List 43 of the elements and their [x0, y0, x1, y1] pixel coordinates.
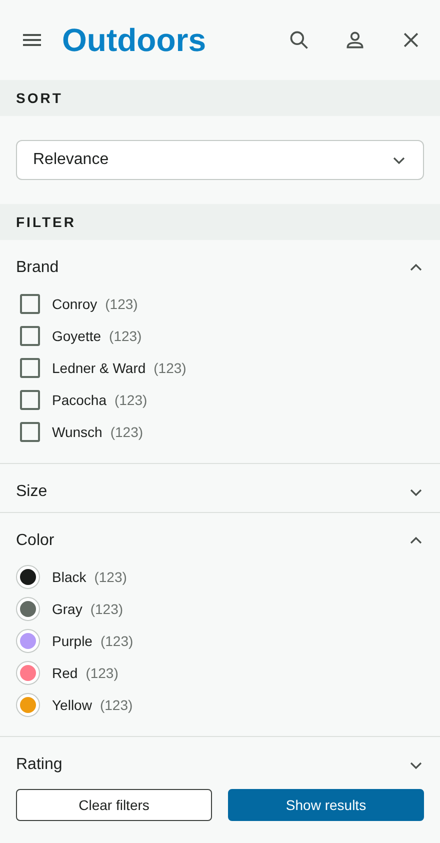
- section-heading: SORT: [16, 90, 63, 106]
- sort-select[interactable]: Relevance: [16, 140, 424, 180]
- option-count: (123): [100, 633, 134, 649]
- option-count: (123): [94, 569, 127, 585]
- clear-filters-button[interactable]: Clear filters: [16, 789, 212, 821]
- option-count: (123): [90, 601, 124, 617]
- color-swatch[interactable]: [16, 597, 40, 621]
- option-label: Gray: [52, 601, 82, 617]
- option-count: (123): [114, 392, 148, 408]
- option-label: Ledner & Ward: [52, 360, 146, 376]
- checkbox[interactable]: [20, 326, 40, 346]
- checkbox[interactable]: [20, 390, 40, 410]
- filter-group-header[interactable]: Color: [16, 527, 424, 555]
- option-count: (123): [105, 296, 138, 312]
- option-label: Pacocha: [52, 392, 106, 408]
- show-results-button[interactable]: Show results: [228, 789, 424, 821]
- color-swatch[interactable]: [16, 693, 40, 717]
- option-label: Purple: [52, 633, 92, 649]
- section-heading: FILTER: [16, 214, 76, 230]
- option-count: (123): [86, 665, 118, 681]
- filter-group-header[interactable]: Brand: [16, 254, 424, 282]
- filter-group-header[interactable]: Size: [16, 478, 424, 506]
- search-icon: [288, 29, 310, 51]
- person-icon: [344, 29, 366, 51]
- checkbox[interactable]: [20, 422, 40, 442]
- option-count: (123): [109, 328, 142, 344]
- option-label: Yellow: [52, 697, 92, 713]
- checkbox[interactable]: [20, 294, 40, 314]
- checkbox[interactable]: [20, 358, 40, 378]
- option-count: (123): [100, 697, 133, 713]
- color-swatch[interactable]: [16, 565, 40, 589]
- color-swatch[interactable]: [16, 629, 40, 653]
- filter-group-header[interactable]: Rating: [16, 751, 424, 773]
- option-label: Goyette: [52, 328, 102, 344]
- option-label: Red: [52, 665, 78, 681]
- option-count: (123): [154, 360, 186, 376]
- option-label: Wunsch: [52, 424, 102, 440]
- option-label: Black: [52, 569, 86, 585]
- option-count: (123): [110, 424, 144, 440]
- page-title: Outdoors: [62, 22, 207, 58]
- menu-icon: [22, 32, 42, 48]
- color-swatch[interactable]: [16, 661, 40, 685]
- option-label: Conroy: [52, 296, 98, 312]
